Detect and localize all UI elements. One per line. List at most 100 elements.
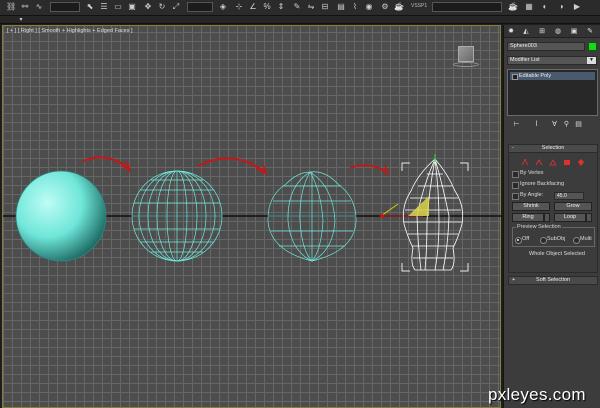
named-selection-label: VSSP1 (411, 3, 428, 9)
spinner-snap-icon[interactable]: ⇕ (276, 2, 286, 12)
utilities-tab-icon[interactable]: ✎ (585, 27, 595, 36)
configure-sets-icon[interactable]: ▤ (574, 121, 583, 129)
percent-snap-icon[interactable]: % (262, 2, 272, 12)
arrow-2 (197, 157, 268, 176)
edge-mode-icon[interactable] (534, 158, 544, 167)
align-icon[interactable]: ⊟ (320, 2, 330, 12)
viewport-label[interactable]: [ + ] [ Right ] [ Smooth + Highlights + … (7, 28, 133, 34)
vertex-mode-icon[interactable] (520, 158, 530, 167)
modifier-list-dropdown[interactable]: Modifier List ▼ (507, 56, 597, 65)
scale-icon[interactable]: ⤢ (171, 2, 181, 12)
by-angle-checkbox[interactable]: By Angle: (512, 192, 544, 200)
preview-selection-title: Preview Selection (516, 224, 562, 231)
selection-filter-dropdown[interactable] (50, 2, 80, 12)
collapse-icon: - (512, 145, 514, 151)
arrow-1 (82, 156, 132, 173)
ignore-backfacing-checkbox[interactable]: Ignore Backfacing (512, 181, 565, 189)
display-tab-icon[interactable]: ▣ (569, 27, 579, 36)
preview-subobj-radio[interactable]: SubObj (540, 236, 566, 244)
element-mode-icon[interactable] (576, 158, 586, 167)
create-tab-icon[interactable]: ✸ (506, 27, 516, 36)
rect-region-icon[interactable]: ▭ (113, 2, 123, 12)
render-production-icon[interactable]: ▶ (572, 2, 582, 12)
object-color-swatch[interactable] (588, 42, 597, 51)
hierarchy-tab-icon[interactable]: ⊞ (537, 27, 547, 36)
viewport-scene (3, 154, 502, 272)
pivot-icon[interactable]: ◈ (218, 2, 228, 12)
ribbon-toggle-icon[interactable]: ▾ (16, 15, 26, 25)
move-icon[interactable]: ✥ (143, 2, 153, 12)
active-shade-icon[interactable]: ◑ (556, 2, 566, 12)
show-end-result-icon[interactable]: ǀ (532, 121, 541, 129)
preview-off-label: Off (522, 236, 530, 242)
selection-rollout-title: Selection (541, 145, 565, 151)
motion-tab-icon[interactable]: ◍ (553, 27, 563, 36)
chevron-down-icon: ▼ (587, 57, 596, 64)
graph-icon[interactable]: ⌇ (350, 2, 360, 12)
preview-multi-label: Multi (580, 236, 592, 242)
by-angle-label: By Angle: (520, 192, 544, 198)
modify-tab-icon[interactable]: ◭ (521, 27, 531, 36)
reference-coord-dropdown[interactable] (187, 2, 213, 12)
snap-icon[interactable]: ⊹ (234, 2, 244, 12)
quick-render-icon[interactable]: ◐ (540, 2, 550, 12)
selection-status-text: Whole Object Selected (529, 251, 585, 257)
arrow-3 (349, 164, 390, 176)
viewcube-base (453, 62, 479, 67)
stack-item-editable-poly[interactable]: Editable Poly (510, 72, 595, 80)
window-crossing-icon[interactable]: ▣ (127, 2, 137, 12)
soft-selection-rollout-header[interactable]: + Soft Selection (508, 276, 598, 285)
by-vertex-checkbox[interactable]: By Vertex (512, 170, 544, 178)
angle-value-field[interactable]: 45.0 (554, 192, 584, 200)
wireframe-sphere[interactable] (131, 170, 223, 262)
soft-selection-title: Soft Selection (536, 277, 570, 283)
ribbon-strip: ▾ (0, 16, 600, 24)
expand-icon: + (512, 277, 516, 283)
command-panel: ✸ ◭ ⊞ ◍ ▣ ✎ Sphere003 Modifier List ▼ Ed… (503, 25, 600, 408)
rotate-icon[interactable]: ↻ (157, 2, 167, 12)
mirror-icon[interactable]: ⇋ (306, 2, 316, 12)
render-setup-icon[interactable]: ⚙ (380, 2, 390, 12)
material-icon[interactable]: ◉ (364, 2, 374, 12)
edit-named-icon[interactable]: ✎ (292, 2, 302, 12)
layer-icon[interactable]: ▤ (336, 2, 346, 12)
viewcube-icon[interactable] (458, 46, 474, 62)
unlink-icon[interactable]: ⚯ (20, 2, 30, 12)
loop-spinner[interactable] (586, 213, 592, 222)
named-selection-field[interactable] (432, 2, 502, 12)
pin-stack-icon[interactable]: ⊢ (512, 121, 521, 129)
3dsmax-window: ⛓ ⚯ ∿ ⬉ ☰ ▭ ▣ ✥ ↻ ⤢ ◈ ⊹ ∠ % ⇕ ✎ ⇋ ⊟ ▤ ⌇ … (0, 0, 600, 408)
teapot-render-icon[interactable]: ☕ (508, 2, 518, 12)
angle-snap-icon[interactable]: ∠ (248, 2, 258, 12)
preview-multi-radio[interactable]: Multi (573, 236, 592, 244)
object-name-field[interactable]: Sphere003 (507, 42, 585, 51)
right-viewport[interactable]: [ + ] [ Right ] [ Smooth + Highlights + … (2, 25, 502, 408)
polygon-mode-icon[interactable] (562, 158, 572, 167)
modifier-stack: Editable Poly (507, 69, 598, 116)
ignore-backfacing-label: Ignore Backfacing (520, 181, 565, 187)
panel-tabs: ✸ ◭ ⊞ ◍ ▣ ✎ (504, 25, 600, 38)
border-mode-icon[interactable] (548, 158, 558, 167)
ring-spinner[interactable] (544, 213, 550, 222)
loop-button[interactable]: Loop (554, 213, 586, 222)
grow-button[interactable]: Grow (554, 202, 592, 211)
select-icon[interactable]: ⬉ (85, 2, 95, 12)
shaded-sphere[interactable] (15, 170, 107, 262)
modifier-list-label: Modifier List (510, 57, 540, 63)
preview-selection-group: Preview Selection Off SubObj Multi (512, 224, 595, 247)
preview-subobj-label: SubObj (547, 236, 566, 242)
link-icon[interactable]: ⛓ (6, 2, 16, 12)
render-frame-icon[interactable]: ▦ (524, 2, 534, 12)
remove-modifier-icon[interactable]: ⚲ (562, 121, 571, 129)
select-name-icon[interactable]: ☰ (99, 2, 109, 12)
bind-icon[interactable]: ∿ (34, 2, 44, 12)
by-vertex-label: By Vertex (520, 170, 544, 176)
render-icon[interactable]: ☕ (394, 2, 404, 12)
make-unique-icon[interactable]: ∀ (550, 121, 559, 129)
watermark: pxleyes.com (488, 385, 586, 404)
preview-off-radio[interactable]: Off (515, 236, 530, 244)
selection-rollout-header[interactable]: - Selection (508, 144, 598, 153)
selected-mesh[interactable] (402, 154, 464, 271)
ring-button[interactable]: Ring (512, 213, 544, 222)
shrink-button[interactable]: Shrink (512, 202, 550, 211)
